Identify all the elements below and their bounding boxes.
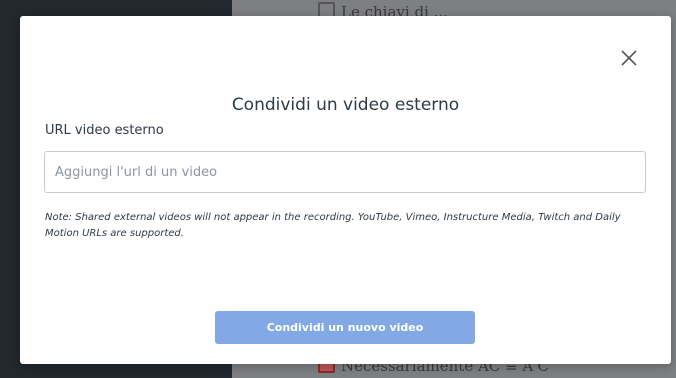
close-icon: [621, 50, 637, 66]
url-field-label: URL video esterno: [45, 123, 164, 138]
video-url-input[interactable]: [44, 151, 646, 193]
supported-urls-note: Note: Shared external videos will not ap…: [45, 212, 621, 239]
close-button[interactable]: [618, 47, 640, 69]
modal-title: Condividi un video esterno: [231, 95, 460, 115]
share-video-modal: Condividi un video esterno URL video est…: [20, 16, 671, 364]
share-new-video-button[interactable]: Condividi un nuovo video: [215, 311, 475, 344]
